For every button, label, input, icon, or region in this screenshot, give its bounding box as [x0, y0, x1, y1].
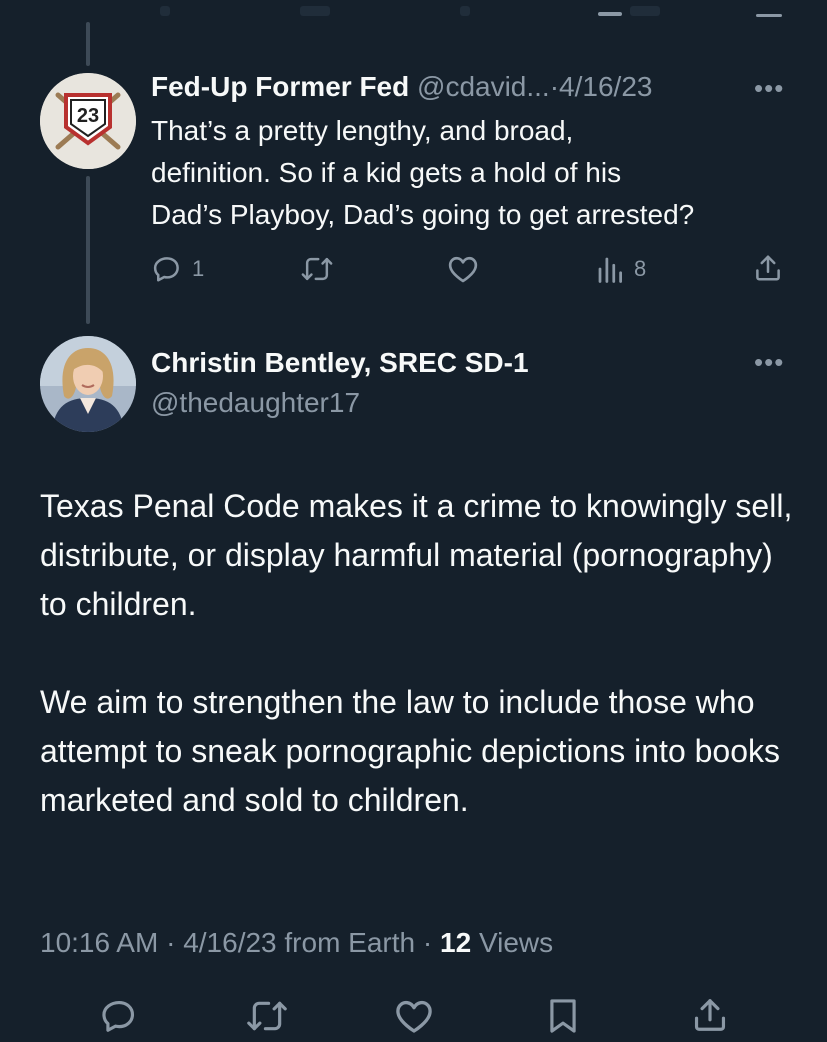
handle[interactable]: @thedaughter17 — [151, 386, 360, 420]
thread-line-middle — [86, 176, 90, 324]
reply-count: 1 — [192, 256, 205, 281]
share-icon — [694, 999, 726, 1031]
retweet-button[interactable] — [301, 254, 333, 284]
tweet-date[interactable]: 4/16/23 — [183, 927, 276, 958]
display-name[interactable]: Christin Bentley, SREC SD-1 — [151, 347, 529, 378]
tweet-text-line: definition. So if a kid gets a hold of h… — [151, 157, 622, 188]
reply-name-line: Fed-Up Former Fed @cdavid...·4/16/23 — [151, 70, 652, 104]
share-button[interactable] — [691, 996, 729, 1034]
tweet-date[interactable]: 4/16/23 — [559, 71, 652, 102]
more-icon[interactable]: ••• — [754, 75, 784, 101]
tweet-paragraph: We aim to strengthen the law to include … — [40, 684, 781, 818]
heart-icon — [448, 256, 478, 283]
reply-icon — [153, 257, 179, 282]
views-button[interactable]: 8 — [596, 254, 646, 284]
display-name[interactable]: Fed-Up Former Fed — [151, 71, 409, 102]
views-chart-icon — [598, 257, 622, 283]
share-icon — [756, 255, 780, 281]
views-count: 8 — [634, 256, 647, 281]
tweet-time[interactable]: 10:16 AM — [40, 927, 158, 958]
views-label[interactable]: Views — [479, 927, 553, 958]
baseball-badge-logo: 23 — [40, 73, 136, 169]
tweet-text: Texas Penal Code makes it a crime to kno… — [40, 482, 800, 825]
separator-dot: · — [166, 927, 176, 958]
main-display-name-line: Christin Bentley, SREC SD-1 — [151, 346, 529, 380]
retweet-button[interactable] — [246, 997, 288, 1035]
previous-tweet-actions-cutoff — [0, 0, 827, 22]
handle[interactable]: @cdavid... — [417, 71, 550, 102]
bookmark-button[interactable] — [546, 997, 580, 1035]
bookmark-icon — [550, 999, 576, 1033]
reply-button[interactable]: 1 — [152, 254, 204, 284]
more-icon[interactable]: ••• — [754, 349, 784, 375]
profile-photo — [40, 336, 136, 432]
like-button[interactable] — [394, 997, 434, 1035]
separator-dot: · — [549, 71, 560, 102]
tweet-text-line: That’s a pretty lengthy, and broad, — [151, 115, 574, 146]
avatar[interactable] — [40, 336, 136, 432]
reply-icon — [102, 1000, 135, 1032]
views-count[interactable]: 12 — [440, 927, 471, 958]
avatar[interactable]: 23 — [40, 73, 136, 169]
tweet-text-line: Dad’s Playboy, Dad’s going to get arrest… — [151, 199, 695, 230]
retweet-icon — [301, 257, 333, 281]
retweet-icon — [247, 1001, 287, 1031]
share-button[interactable] — [753, 253, 783, 283]
like-button[interactable] — [447, 254, 479, 284]
tweet-source: from Earth — [284, 927, 416, 958]
svg-text:23: 23 — [77, 105, 99, 127]
thread-line-top — [86, 22, 90, 66]
tweet-meta: 10:16 AM · 4/16/23 from Earth · 12 Views — [40, 925, 553, 961]
tweet-text: That’s a pretty lengthy, and broad, defi… — [151, 110, 801, 236]
separator-dot: · — [422, 927, 433, 958]
tweet-paragraph: Texas Penal Code makes it a crime to kno… — [40, 488, 793, 622]
heart-icon — [396, 1000, 432, 1033]
reply-button[interactable] — [100, 997, 138, 1035]
